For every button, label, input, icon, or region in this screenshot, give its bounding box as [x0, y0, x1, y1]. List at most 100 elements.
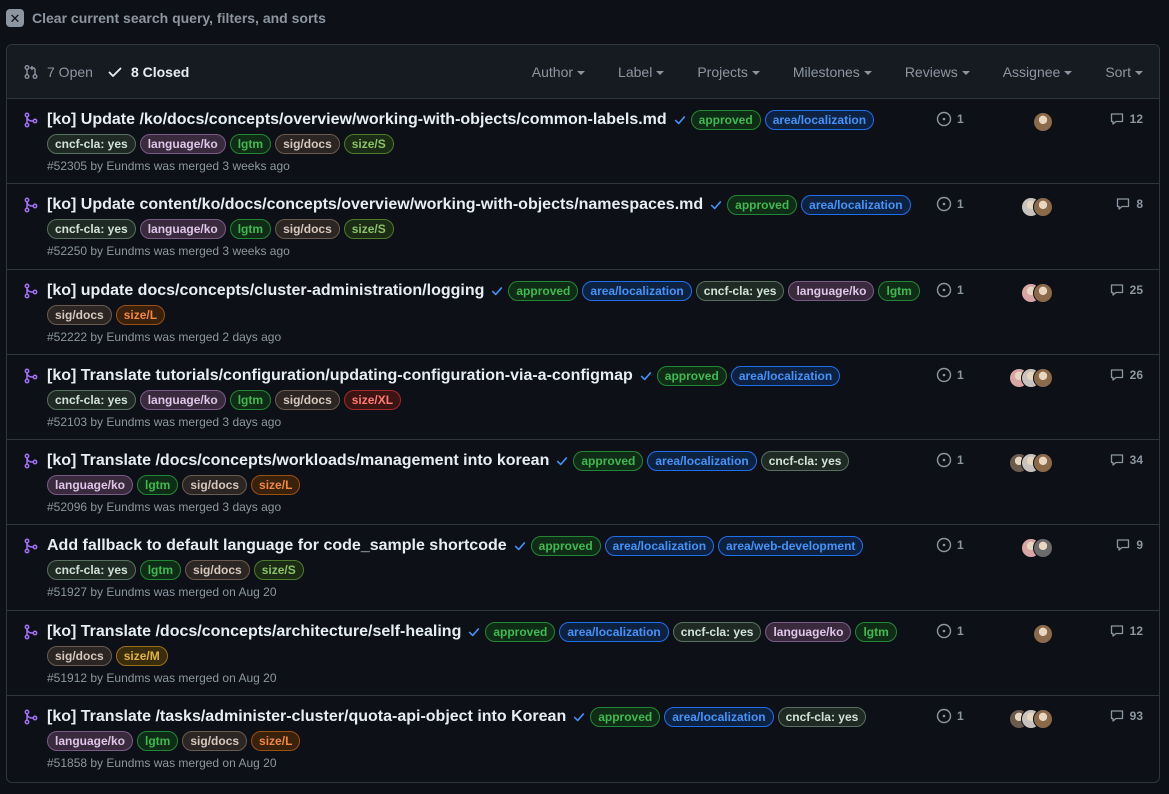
pr-row[interactable]: [ko] Translate /tasks/administer-cluster…	[7, 696, 1159, 781]
label-badge[interactable]: cncf-cla: yes	[47, 219, 136, 240]
comments-link[interactable]: 9	[1115, 537, 1143, 553]
label-badge[interactable]: approved	[485, 621, 556, 642]
avatar[interactable]	[1033, 112, 1053, 132]
avatar[interactable]	[1033, 453, 1053, 474]
label-badge[interactable]: size/M	[115, 645, 168, 666]
comments-count[interactable]: 34	[1130, 453, 1143, 467]
assignee-filter[interactable]: Assignee	[1003, 64, 1073, 80]
label-badge[interactable]: size/S	[253, 560, 304, 581]
label-badge[interactable]: lgtm	[137, 731, 179, 752]
pr-row[interactable]: [ko] update docs/concepts/cluster-admini…	[7, 270, 1159, 355]
comments-link[interactable]: 12	[1109, 111, 1143, 127]
pr-title-link[interactable]: [ko] Update content/ko/docs/concepts/ove…	[47, 194, 703, 216]
pr-row[interactable]: [ko] Update content/ko/docs/concepts/ove…	[7, 184, 1159, 270]
label-badge[interactable]: lgtm	[878, 280, 920, 301]
linked-issues[interactable]: 1	[936, 708, 964, 724]
linked-issues[interactable]: 1	[936, 367, 964, 383]
linked-issues[interactable]: 1	[936, 452, 964, 468]
label-badge[interactable]: lgtm	[137, 475, 179, 496]
closed-filter[interactable]: 8 Closed	[107, 64, 189, 80]
comments-link[interactable]: 12	[1109, 623, 1143, 639]
pr-row[interactable]: [ko] Translate tutorials/configuration/u…	[7, 355, 1159, 441]
pr-title-link[interactable]: [ko] Update /ko/docs/concepts/overview/w…	[47, 109, 667, 131]
label-badge[interactable]: cncf-cla: yes	[760, 451, 850, 472]
label-badge[interactable]: language/ko	[47, 475, 134, 496]
label-badge[interactable]: size/L	[115, 304, 166, 325]
linked-issues[interactable]: 1	[936, 623, 964, 639]
comments-link[interactable]: 8	[1115, 196, 1143, 212]
label-badge[interactable]: approved	[690, 110, 761, 130]
label-badge[interactable]: cncf-cla: yes	[47, 134, 136, 154]
label-badge[interactable]: cncf-cla: yes	[695, 280, 785, 301]
status-check[interactable]	[467, 625, 481, 639]
comments-count[interactable]: 26	[1130, 368, 1143, 382]
comments-link[interactable]: 93	[1109, 708, 1143, 724]
status-check[interactable]	[709, 198, 723, 212]
label-badge[interactable]: area/localization	[582, 280, 692, 301]
milestones-filter[interactable]: Milestones	[793, 64, 872, 80]
linked-issues-count[interactable]: 1	[957, 453, 964, 467]
label-badge[interactable]: area/localization	[647, 451, 757, 472]
comments-count[interactable]: 12	[1130, 624, 1143, 638]
open-count[interactable]: 7 Open	[47, 64, 93, 80]
filter-label[interactable]: Author	[532, 64, 573, 80]
label-badge[interactable]: sig/docs	[185, 560, 250, 581]
pr-title-link[interactable]: Add fallback to default language for cod…	[47, 535, 507, 557]
label-badge[interactable]: lgtm	[139, 560, 182, 581]
linked-issues-count[interactable]: 1	[957, 538, 964, 552]
status-check[interactable]	[639, 369, 653, 383]
sort-filter[interactable]: Sort	[1105, 64, 1143, 80]
label-badge[interactable]: language/ko	[139, 134, 226, 154]
label-badge[interactable]: language/ko	[765, 621, 852, 642]
status-check[interactable]	[490, 284, 504, 298]
label-badge[interactable]: sig/docs	[47, 645, 112, 666]
avatar[interactable]	[1033, 197, 1053, 218]
label-badge[interactable]: lgtm	[855, 621, 897, 642]
comments-link[interactable]: 25	[1109, 282, 1143, 298]
label-badge[interactable]: sig/docs	[182, 475, 248, 496]
status-check[interactable]	[572, 710, 586, 724]
pr-title-link[interactable]: [ko] Translate tutorials/configuration/u…	[47, 365, 633, 387]
open-filter[interactable]: 7 Open	[23, 64, 93, 80]
status-check[interactable]	[555, 454, 569, 468]
label-badge[interactable]: approved	[727, 195, 798, 216]
label-badge[interactable]: size/L	[251, 731, 301, 752]
label-badge[interactable]: size/S	[343, 219, 394, 240]
linked-issues-count[interactable]: 1	[957, 709, 964, 723]
pr-row[interactable]: Add fallback to default language for cod…	[7, 525, 1159, 611]
label-badge[interactable]: approved	[530, 536, 601, 557]
label-badge[interactable]: language/ko	[47, 731, 134, 752]
comments-count[interactable]: 25	[1130, 283, 1143, 297]
linked-issues[interactable]: 1	[936, 537, 964, 553]
linked-issues-count[interactable]: 1	[957, 368, 964, 382]
status-check[interactable]	[513, 539, 527, 553]
comments-link[interactable]: 26	[1109, 367, 1143, 383]
status-check[interactable]	[673, 113, 687, 127]
linked-issues-count[interactable]: 1	[957, 112, 964, 126]
label-badge[interactable]: area/localization	[664, 707, 774, 728]
label-filter[interactable]: Label	[618, 64, 665, 80]
pr-title-link[interactable]: [ko] Translate /tasks/administer-cluster…	[47, 706, 566, 728]
filter-label[interactable]: Label	[618, 64, 652, 80]
comments-count[interactable]: 12	[1130, 112, 1143, 126]
pr-title-link[interactable]: [ko] Translate /docs/concepts/workloads/…	[47, 450, 549, 472]
label-badge[interactable]: approved	[573, 451, 644, 472]
avatar[interactable]	[1033, 282, 1053, 303]
projects-filter[interactable]: Projects	[697, 64, 760, 80]
pr-title-link[interactable]: [ko] update docs/concepts/cluster-admini…	[47, 280, 484, 302]
pr-row[interactable]: [ko] Update /ko/docs/concepts/overview/w…	[7, 99, 1159, 185]
close-icon[interactable]: ✕	[6, 9, 24, 27]
label-badge[interactable]: approved	[590, 707, 661, 728]
pr-row[interactable]: [ko] Translate /docs/concepts/architectu…	[7, 611, 1159, 697]
avatar[interactable]	[1033, 709, 1053, 730]
label-badge[interactable]: cncf-cla: yes	[777, 707, 867, 728]
clear-filters-text[interactable]: Clear current search query, filters, and…	[32, 10, 326, 26]
linked-issues-count[interactable]: 1	[957, 624, 964, 638]
reviews-filter[interactable]: Reviews	[905, 64, 970, 80]
closed-count[interactable]: 8 Closed	[131, 64, 189, 80]
pr-row[interactable]: [ko] Translate /docs/concepts/workloads/…	[7, 440, 1159, 526]
filter-label[interactable]: Sort	[1105, 64, 1131, 80]
label-badge[interactable]: size/XL	[343, 389, 402, 410]
label-badge[interactable]: area/localization	[730, 365, 841, 386]
comments-link[interactable]: 34	[1109, 452, 1143, 468]
